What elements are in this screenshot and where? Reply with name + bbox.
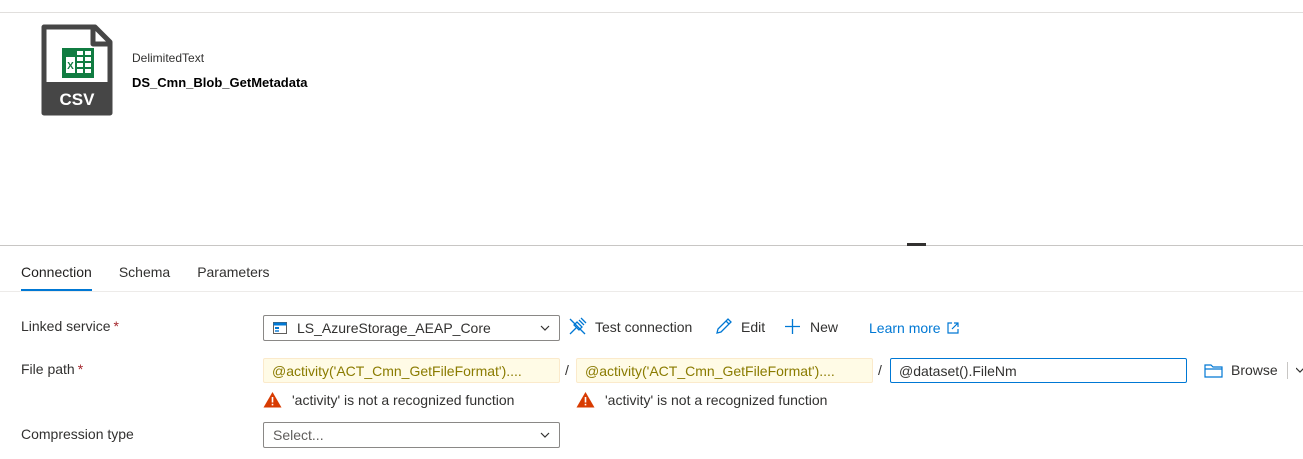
new-button[interactable]: New <box>783 317 838 336</box>
dataset-type: DelimitedText <box>132 51 205 65</box>
learn-more-link[interactable]: Learn more <box>869 320 960 336</box>
chevron-down-icon <box>540 325 550 331</box>
compression-type-label: Compression type <box>21 426 134 442</box>
browse-button[interactable]: Browse <box>1204 362 1278 378</box>
file-path-container-input[interactable]: @activity('ACT_Cmn_GetFileFormat').... <box>263 358 560 383</box>
storage-account-icon <box>273 322 287 334</box>
new-label: New <box>810 318 839 335</box>
plug-connection-icon <box>569 317 587 335</box>
external-link-icon <box>946 322 959 334</box>
file-path-file-input[interactable]: @dataset().FileNm <box>890 358 1187 383</box>
tab-parameters[interactable]: Parameters <box>197 264 269 292</box>
tab-connection[interactable]: Connection <box>21 264 92 292</box>
warning-text: 'activity' is not a recognized function <box>292 391 515 408</box>
csv-icon-label: CSV <box>60 90 96 109</box>
linked-service-label-text: Linked service <box>21 318 111 334</box>
tabs-underline <box>0 291 1303 292</box>
browse-label: Browse <box>1231 362 1278 378</box>
file-path-directory-input[interactable]: @activity('ACT_Cmn_GetFileFormat').... <box>576 358 873 383</box>
panel-divider <box>0 245 1303 246</box>
plus-icon <box>785 319 800 334</box>
edit-button[interactable]: Edit <box>714 317 765 336</box>
warning-message: 'activity' is not a recognized function <box>576 391 827 408</box>
warning-icon <box>263 392 282 408</box>
linked-service-value: LS_AzureStorage_AEAP_Core <box>297 320 491 336</box>
compression-type-dropdown[interactable]: Select... <box>263 422 560 448</box>
warning-message: 'activity' is not a recognized function <box>263 391 514 408</box>
linked-service-dropdown[interactable]: LS_AzureStorage_AEAP_Core <box>263 315 560 341</box>
learn-more-label: Learn more <box>869 320 941 336</box>
warning-text: 'activity' is not a recognized function <box>605 391 828 408</box>
csv-file-icon: X CSV <box>41 24 113 116</box>
required-mark: * <box>113 318 119 334</box>
path-separator: / <box>565 362 569 378</box>
pencil-icon <box>716 318 732 334</box>
warning-icon <box>576 392 595 408</box>
dataset-name: DS_Cmn_Blob_GetMetadata <box>132 75 308 90</box>
file-path-label: File path * <box>21 361 83 377</box>
file-path-label-text: File path <box>21 361 75 377</box>
top-border <box>0 12 1303 13</box>
required-mark: * <box>77 361 84 377</box>
properties-tabs: Connection Schema Parameters <box>21 264 297 292</box>
tab-schema[interactable]: Schema <box>119 264 170 292</box>
edit-label: Edit <box>741 318 766 335</box>
folder-icon <box>1204 363 1223 378</box>
linked-service-label: Linked service * <box>21 318 119 334</box>
test-connection-button[interactable]: Test connection <box>568 317 692 336</box>
resize-handle[interactable] <box>907 243 926 246</box>
toolbar-separator <box>1287 362 1288 379</box>
chevron-down-icon <box>540 432 550 438</box>
chevron-down-icon[interactable] <box>1296 366 1303 374</box>
svg-text:X: X <box>67 61 74 72</box>
test-connection-label: Test connection <box>595 318 693 335</box>
path-separator: / <box>878 362 882 378</box>
compression-placeholder: Select... <box>273 427 324 443</box>
